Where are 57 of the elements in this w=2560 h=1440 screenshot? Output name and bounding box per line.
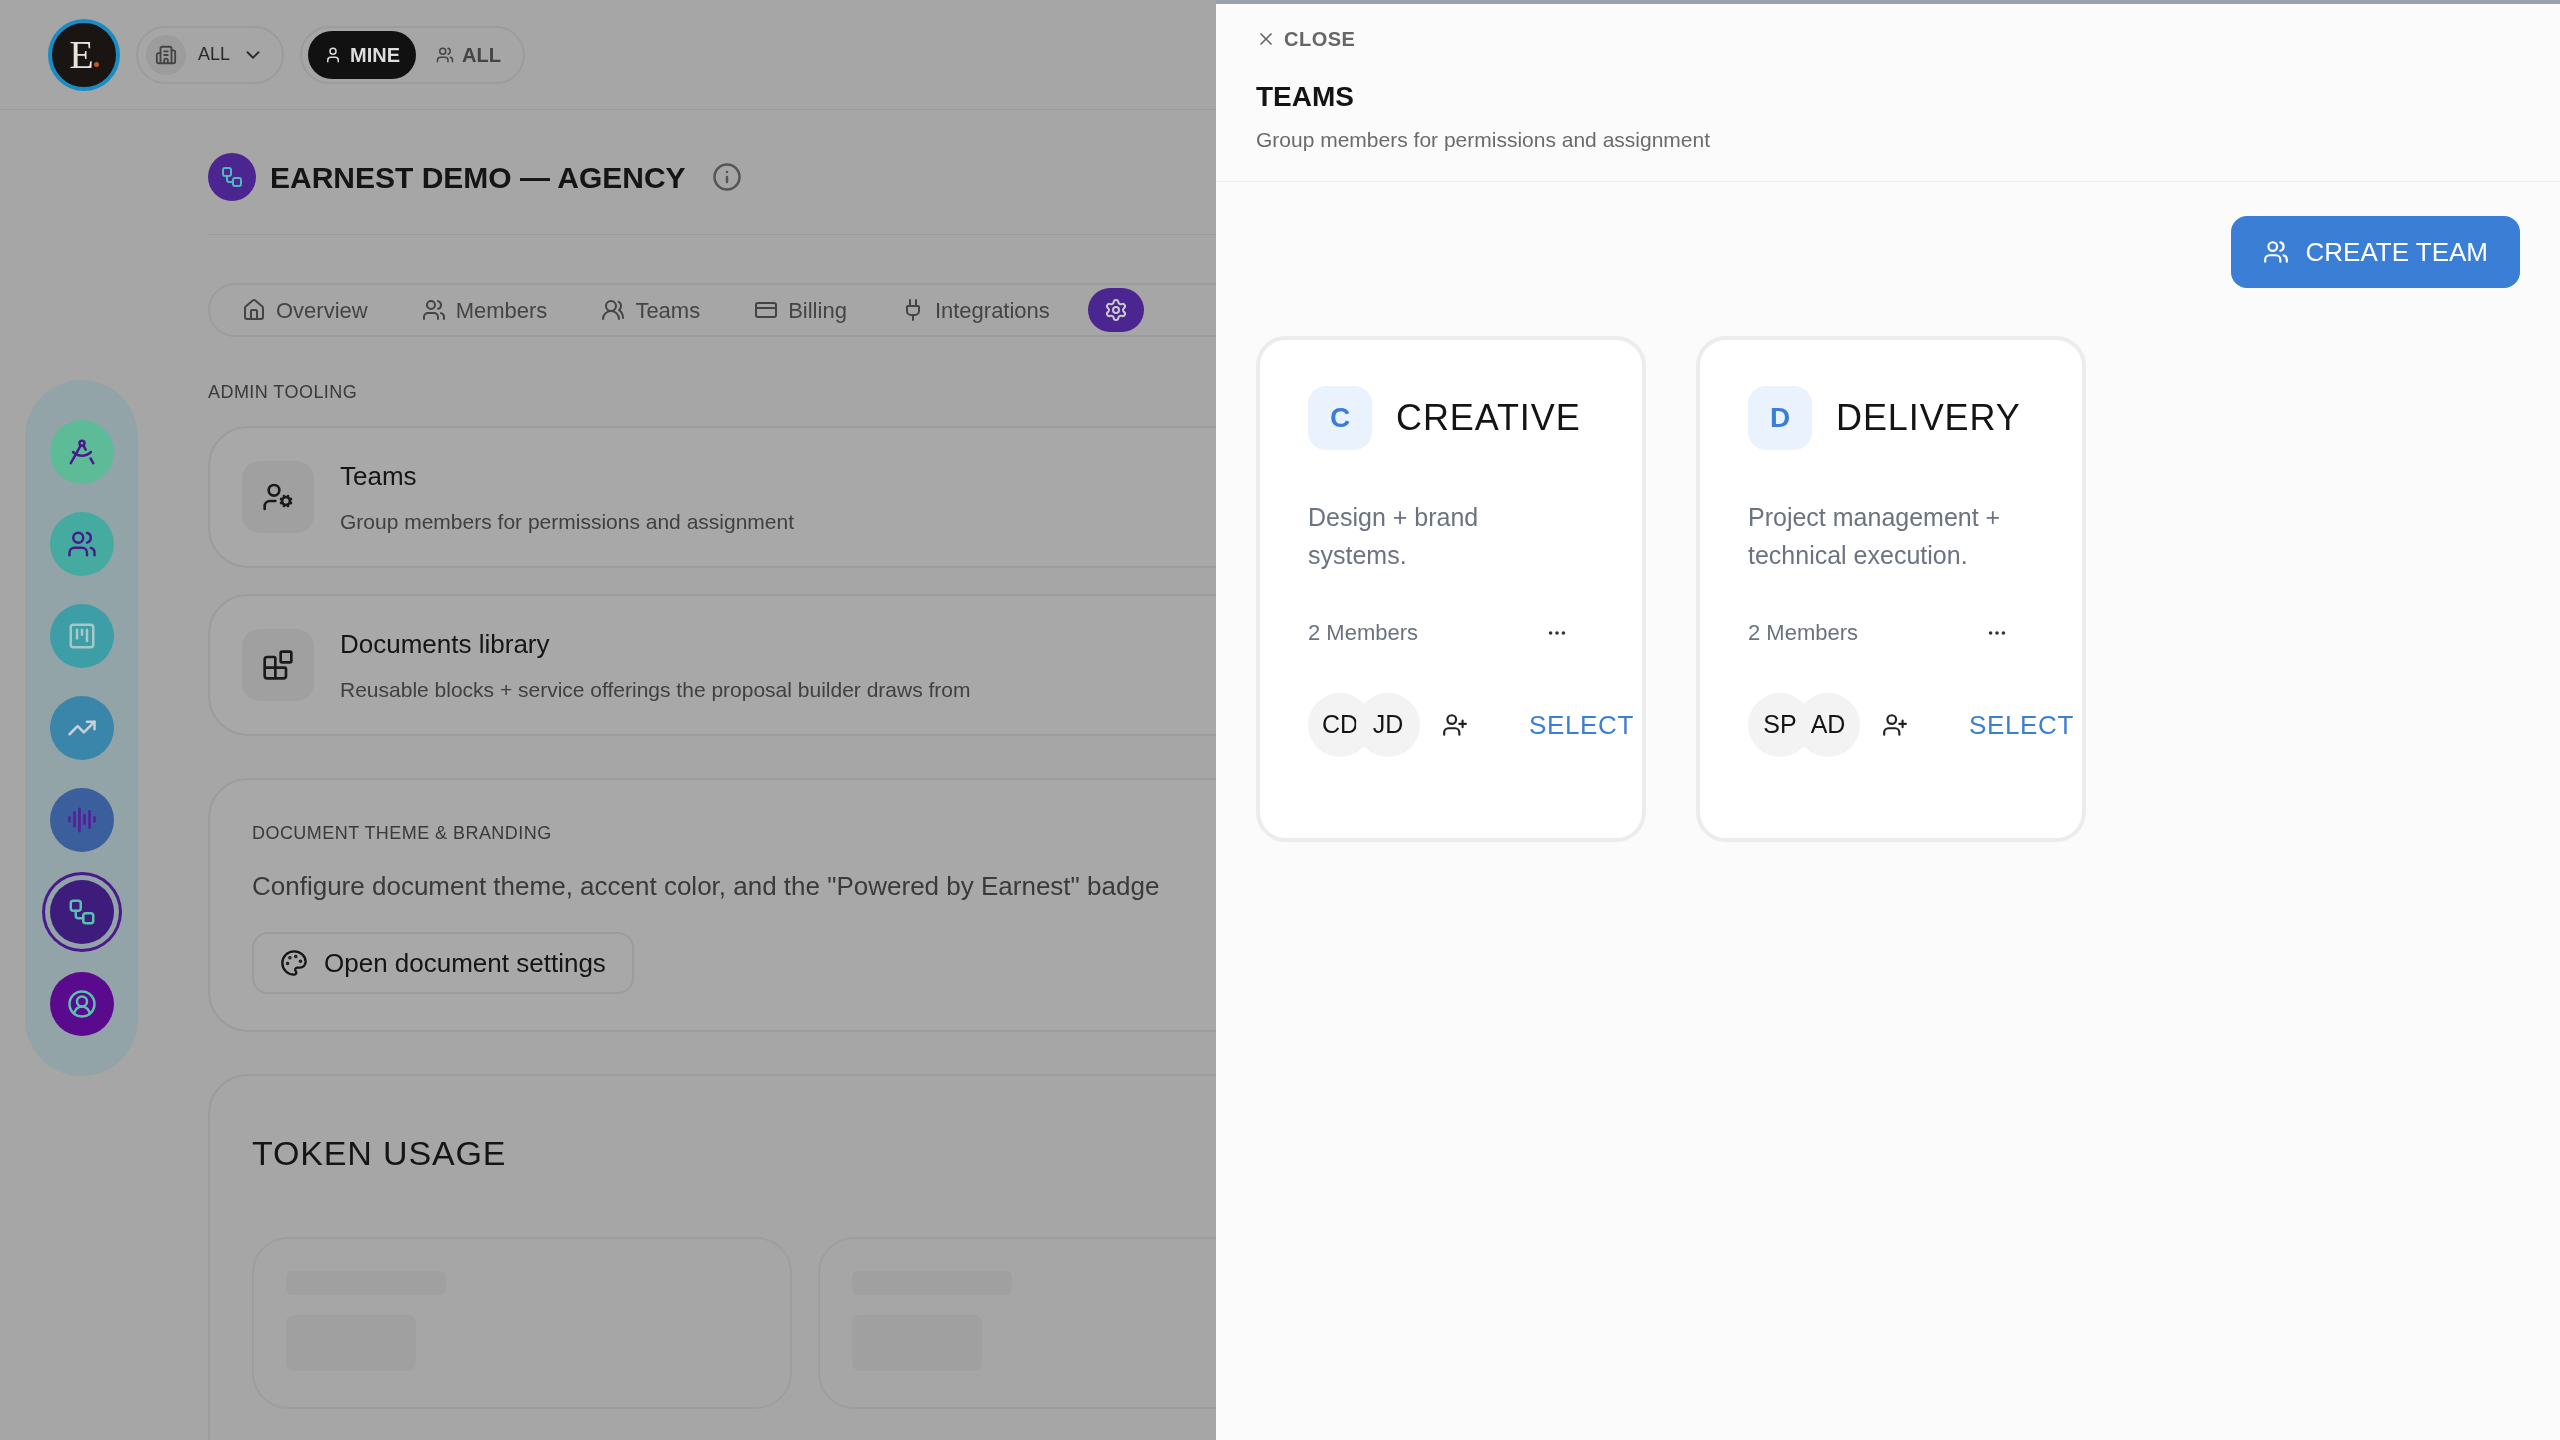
team-name: DELIVERY xyxy=(1836,396,2021,440)
tab[interactable]: Teams xyxy=(585,288,717,332)
admin-card[interactable]: Documents library Reusable blocks + service offerings the proposal builder draws from xyxy=(208,594,1216,736)
workspace-dropdown[interactable]: ALL xyxy=(136,25,285,84)
user-gear-icon xyxy=(242,461,314,533)
team-description: Project management + technical execution. xyxy=(1748,502,2002,571)
team-initial: C xyxy=(1308,386,1372,450)
member-count: 2 Members xyxy=(1748,619,1859,647)
group-icon xyxy=(2263,239,2290,265)
people-icon xyxy=(436,45,455,64)
audio-wave-icon xyxy=(66,805,97,835)
add-member-button[interactable] xyxy=(1442,712,1468,738)
org-badge-icon xyxy=(208,153,256,201)
member-count: 2 Members xyxy=(1308,619,1419,647)
branding-text: Configure document theme, accent color, and the "Powered by Earnest" badge xyxy=(252,870,1160,903)
add-member-button[interactable] xyxy=(1882,712,1908,738)
member-avatar: JD xyxy=(1356,693,1420,757)
info-icon[interactable] xyxy=(711,162,742,192)
section-heading: DOCUMENT THEME & BRANDING xyxy=(252,822,552,845)
compass-icon xyxy=(66,437,97,467)
page-title: EARNEST DEMO — AGENCY xyxy=(270,159,686,196)
people-icon xyxy=(601,298,626,322)
group-icon xyxy=(66,529,97,559)
card-title: Documents library xyxy=(340,627,551,661)
team-name: CREATIVE xyxy=(1396,396,1581,440)
blocks-icon xyxy=(242,629,314,701)
home-icon xyxy=(242,298,266,322)
settings-button[interactable]: Open document settings xyxy=(252,932,634,994)
admin-card[interactable]: Teams Group members for permissions and assignment xyxy=(208,426,1216,568)
section-title: TOKEN USAGE xyxy=(252,1133,508,1174)
tab[interactable]: Members xyxy=(405,288,564,332)
card-title: Teams xyxy=(340,459,418,493)
team-initial: D xyxy=(1748,386,1812,450)
palette-icon xyxy=(280,949,308,977)
card-description: Group members for permissions and assignment xyxy=(340,508,795,535)
drawer-subtitle: Group members for permissions and assignment xyxy=(1256,127,1711,153)
select-button[interactable]: SELECT xyxy=(1968,705,2074,745)
tab[interactable]: Overview xyxy=(226,288,384,332)
scope-tab[interactable]: MINE xyxy=(308,30,417,79)
tab[interactable] xyxy=(1087,288,1144,332)
team-card[interactable]: C CREATIVE Design + brand systems. 2 Members CD JD SELECT xyxy=(1256,336,1646,842)
tab[interactable]: Integrations xyxy=(884,288,1066,332)
team-card[interactable]: D DELIVERY Project management + technical execution. 2 Members SP AD SELECT xyxy=(1696,336,2086,842)
drawer-title: TEAMS xyxy=(1256,80,1354,114)
close-button[interactable]: CLOSE xyxy=(1256,24,1356,54)
settings-icon xyxy=(1103,298,1128,322)
card-description: Reusable blocks + service offerings the proposal builder draws from xyxy=(340,676,971,703)
building-icon xyxy=(146,34,186,75)
people-icon xyxy=(421,298,446,322)
scope-tab[interactable]: ALL xyxy=(420,30,517,79)
profile-icon xyxy=(66,989,97,1019)
app-logo[interactable]: E xyxy=(48,18,120,91)
team-description: Design + brand systems. xyxy=(1308,502,1480,571)
create-team-button[interactable]: CREATE TEAM xyxy=(2231,216,2520,288)
tab[interactable]: Billing xyxy=(738,288,863,332)
section-heading: ADMIN TOOLING xyxy=(208,381,359,404)
select-button[interactable]: SELECT xyxy=(1528,705,1634,745)
